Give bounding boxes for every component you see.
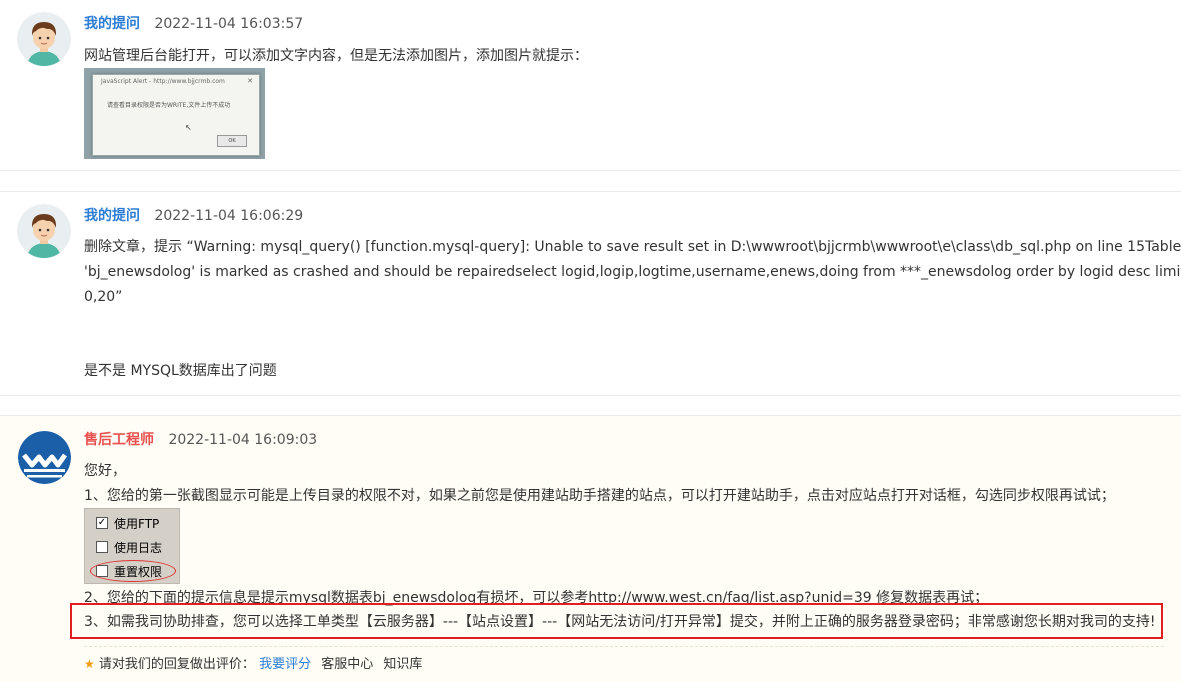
reply-greeting: 您好， [84,463,126,479]
knowledge-base-link[interactable]: 知识库 [383,657,422,672]
service-center-link[interactable]: 客服中心 [321,657,373,672]
user-avatar-icon [17,204,71,258]
message-meta: 我的提问 2022-11-04 16:03:57 [84,13,303,33]
highlight-box [70,603,1163,639]
message-line: 0,20” [84,289,123,305]
alert-dialog-image: JavaScript Alert - http://www.bjjcrmb.co… [92,74,260,156]
highlight-oval [90,560,176,582]
rating-prompt: 请对我们的回复做出评价： [98,657,255,672]
message-time: 2022-11-04 16:09:03 [168,432,318,448]
message-text: 删除文章，提示 “Warning: mysql_query() [functio… [84,235,1181,310]
alert-title: JavaScript Alert - http://www.bjjcrmb.co… [101,78,225,85]
checkbox-checked-icon: ✓ [96,517,108,529]
attached-screenshot[interactable]: JavaScript Alert - http://www.bjjcrmb.co… [84,68,265,159]
option-use-ftp: ✓ 使用FTP [96,514,159,532]
message-line: 'bj_enewsdolog' is marked as crashed and… [84,264,1181,280]
message-time: 2022-11-04 16:03:57 [154,16,304,32]
message-line: 删除文章，提示 “Warning: mysql_query() [functio… [84,239,1181,255]
message-meta: 售后工程师 2022-11-04 16:09:03 [84,429,317,449]
author-name: 售后工程师 [84,432,154,448]
reply-point-1: 1、您给的第一张截图显示可能是上传目录的权限不对，如果之前您是使用建站助手搭建的… [84,488,1115,504]
message-user-2: 我的提问 2022-11-04 16:06:29 删除文章，提示 “Warnin… [0,191,1181,396]
west-logo-icon [18,431,71,484]
message-user-1: 我的提问 2022-11-04 16:03:57 网站管理后台能打开，可以添加文… [0,0,1181,171]
alert-ok-button: OK [217,135,247,147]
cursor-icon: ↖ [185,123,192,132]
alert-message: 请查看目录权限是否为WRITE,文件上传不成功 [107,102,231,109]
close-icon: ✕ [247,77,253,85]
rating-bar: ★ 请对我们的回复做出评价： 我要评分 客服中心 知识库 [84,653,422,672]
option-use-log: 使用日志 [96,538,162,556]
divider [84,646,1164,647]
rate-link[interactable]: 我要评分 [259,657,311,672]
option-label: 使用FTP [114,516,160,531]
star-icon: ★ [84,657,95,671]
message-meta: 我的提问 2022-11-04 16:06:29 [84,205,303,225]
option-label: 使用日志 [114,540,163,555]
message-text: 网站管理后台能打开，可以添加文字内容，但是无法添加图片，添加图片就提示： [84,48,588,64]
author-name: 我的提问 [84,208,140,224]
permission-options-image: ✓ 使用FTP 使用日志 重置权限 [84,508,180,584]
checkbox-icon [96,541,108,553]
author-name: 我的提问 [84,16,140,32]
message-time: 2022-11-04 16:06:29 [154,208,304,224]
message-followup: 是不是 MYSQL数据库出了问题 [84,363,277,379]
user-avatar-icon [17,12,71,66]
